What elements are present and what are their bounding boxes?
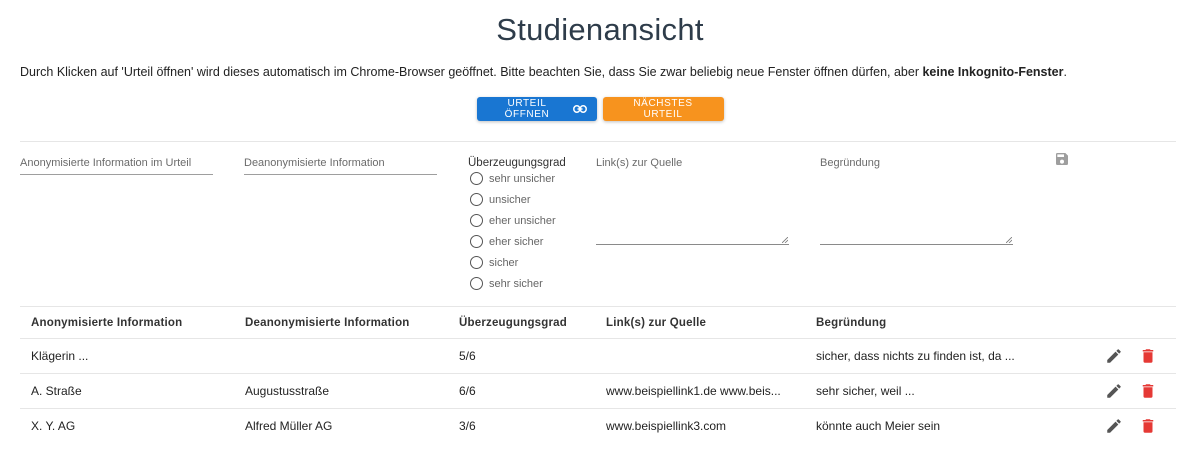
instruction-end: . [1063,65,1067,79]
radio-label: sicher [489,256,519,269]
open-judgment-button[interactable]: URTEIL ÖFFNEN [476,97,597,121]
instruction-text: Durch Klicken auf 'Urteil öffnen' wird d… [20,65,1190,79]
col-header-links: Link(s) zur Quelle [606,317,707,329]
next-judgment-label: NÄCHSTES URTEIL [633,98,693,120]
edit-icon[interactable] [1105,347,1123,365]
links-textarea[interactable]: Link(s) zur Quelle [596,157,682,169]
deanon-info-underline [244,174,437,175]
cell-deanon: Augustusstraße [245,384,330,398]
divider-form [20,306,1176,307]
radio-label: sehr sicher [489,277,543,290]
anon-info-input[interactable]: Anonymisierte Information im Urteil [20,157,191,169]
resize-handle-icon[interactable] [782,237,788,243]
radio-sehr-sicher[interactable]: sehr sicher [470,277,543,290]
open-judgment-label: URTEIL ÖFFNEN [504,98,550,120]
cell-links: www.beispiellink1.de www.beis... [606,384,781,398]
cell-confidence: 6/6 [459,384,476,398]
radio-label: unsicher [489,193,531,206]
cell-deanon: Alfred Müller AG [245,419,333,433]
cell-reason: sehr sicher, weil ... [816,384,915,398]
col-header-anon: Anonymisierte Information [31,317,183,329]
edit-icon[interactable] [1105,417,1123,435]
action-buttons: URTEIL ÖFFNEN NÄCHSTES URTEIL [0,97,1200,121]
radio-label: eher unsicher [489,214,556,227]
cell-confidence: 5/6 [459,349,476,363]
reason-textarea-underline [820,244,1013,245]
cell-reason: könnte auch Meier sein [816,419,941,433]
radio-circle[interactable] [470,193,483,206]
confidence-label: Überzeugungsgrad [468,157,566,169]
deanon-info-input[interactable]: Deanonymisierte Information [244,157,385,169]
anon-info-underline [20,174,213,175]
cell-links: www.beispiellink3.com [606,419,727,433]
radio-label: eher sicher [489,235,544,248]
radio-eher-sicher[interactable]: eher sicher [470,235,543,248]
cell-anon: X. Y. AG [31,419,76,433]
edit-icon[interactable] [1105,382,1123,400]
save-icon[interactable] [1054,151,1070,167]
table-row: X. Y. AG Alfred Müller AG 3/6 www.beispi… [20,409,1176,443]
cell-reason: sicher, dass nichts zu finden ist, da ..… [816,349,1015,363]
radio-eher-unsicher[interactable]: eher unsicher [470,214,556,227]
resize-handle-icon[interactable] [1006,237,1012,243]
delete-icon[interactable] [1139,417,1157,435]
delete-icon[interactable] [1139,382,1157,400]
radio-label: sehr unsicher [489,172,556,185]
next-judgment-button[interactable]: NÄCHSTES URTEIL [602,97,724,121]
page-title: Studienansicht [496,12,704,47]
radio-circle[interactable] [470,172,483,185]
cell-anon: Klägerin ... [31,349,89,363]
radio-unsicher[interactable]: unsicher [470,193,531,206]
radio-sicher[interactable]: sicher [470,256,518,269]
col-header-deanon: Deanonymisierte Information [245,317,410,329]
cell-confidence: 3/6 [459,419,476,433]
delete-icon[interactable] [1139,347,1157,365]
instruction-emphasis: keine Inkognito-Fenster [922,65,1064,79]
radio-sehr-unsicher[interactable]: sehr unsicher [470,172,555,185]
reason-textarea[interactable]: Begründung [820,157,880,169]
radio-circle[interactable] [470,256,483,269]
radio-circle[interactable] [470,277,483,290]
links-textarea-underline [596,244,789,245]
divider-top [20,141,1176,142]
link-icon [572,105,587,113]
table-row: Klägerin ... 5/6 sicher, dass nichts zu … [20,339,1176,373]
table-row: A. Straße Augustusstraße 6/6 www.beispie… [20,374,1176,408]
cell-anon: A. Straße [31,384,82,398]
instruction-main: Durch Klicken auf 'Urteil öffnen' wird d… [20,65,923,79]
col-header-confidence: Überzeugungsgrad [459,317,567,329]
radio-circle[interactable] [470,214,483,227]
col-header-reason: Begründung [816,317,887,329]
radio-circle[interactable] [470,235,483,248]
